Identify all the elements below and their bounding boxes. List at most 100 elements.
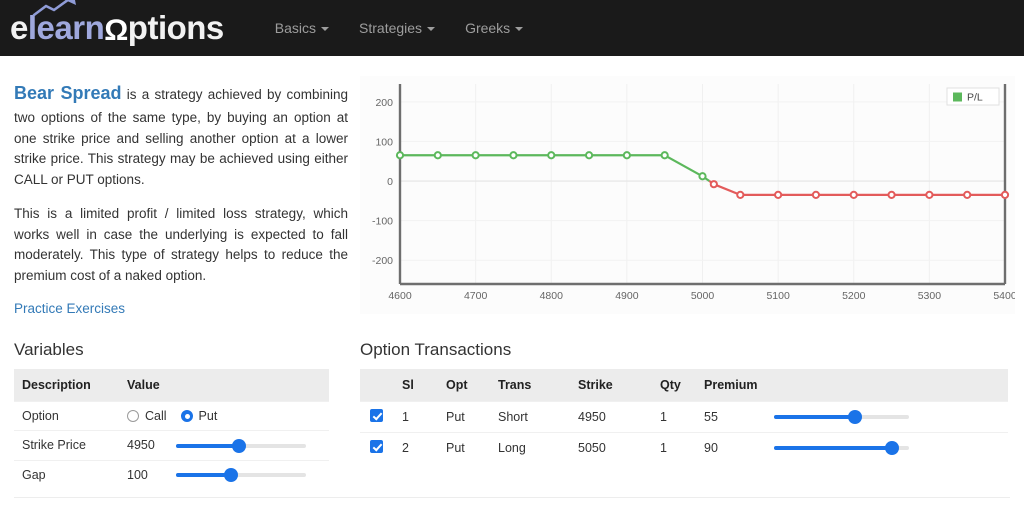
gap-slider[interactable]	[176, 468, 306, 482]
strike-price-value: 4950	[127, 438, 173, 452]
caret-down-icon	[515, 27, 523, 31]
premium-slider-2[interactable]	[774, 441, 909, 455]
transaction-premium-slider-cell-2	[766, 432, 1009, 463]
transaction-trans-2: Long	[490, 432, 570, 463]
variable-label-gap: Gap	[14, 460, 119, 489]
table-row: Strike Price 4950	[14, 430, 329, 460]
transactions-table-head: Sl Opt Trans Strike Qty Premium	[360, 369, 1008, 402]
transactions-col-qty: Qty	[652, 369, 696, 402]
brand-logo[interactable]: elearnΩptions	[10, 11, 238, 45]
practice-exercises-link[interactable]: Practice Exercises	[14, 301, 125, 316]
option-type-radio-group: Call Put	[127, 409, 321, 423]
svg-text:P/L: P/L	[967, 92, 983, 104]
slider-thumb[interactable]	[232, 439, 246, 453]
svg-text:-100: -100	[372, 216, 393, 228]
svg-text:5300: 5300	[918, 290, 942, 302]
slider-thumb[interactable]	[848, 410, 862, 424]
slider-fill	[774, 415, 855, 419]
radio-call-label: Call	[145, 409, 167, 423]
caret-down-icon	[427, 27, 435, 31]
svg-text:5200: 5200	[842, 290, 866, 302]
radio-option-call[interactable]: Call	[127, 409, 167, 423]
transaction-premium-2: 90	[696, 432, 766, 463]
transaction-select-cell-1	[360, 401, 394, 432]
svg-text:4800: 4800	[540, 290, 564, 302]
transaction-select-cell-2	[360, 432, 394, 463]
slider-fill	[774, 446, 893, 450]
radio-call-icon[interactable]	[127, 410, 139, 422]
brand-ptions: ptions	[128, 11, 224, 44]
variables-title: Variables	[14, 340, 348, 360]
transaction-trans-1: Short	[490, 401, 570, 432]
strategy-description: Bear Spread is a strategy achieved by co…	[14, 80, 348, 318]
chart-column: 2001000-100-2004600470048004900500051005…	[358, 56, 1015, 318]
brand-e: e	[10, 11, 28, 44]
variables-table: Description Value Option Call	[14, 369, 329, 489]
variable-label-strike-price: Strike Price	[14, 430, 119, 460]
variables-col-description: Description	[14, 369, 119, 402]
transactions-col-sl: Sl	[394, 369, 438, 402]
slider-thumb[interactable]	[224, 468, 238, 482]
transaction-premium-1: 55	[696, 401, 766, 432]
strike-price-slider[interactable]	[176, 439, 306, 453]
nav-item-basics-label: Basics	[275, 20, 316, 36]
payoff-chart[interactable]: 2001000-100-2004600470048004900500051005…	[360, 76, 1015, 314]
slider-thumb[interactable]	[885, 441, 899, 455]
transactions-col-premium: Premium	[696, 369, 766, 402]
transaction-opt-1: Put	[438, 401, 490, 432]
nav-item-strategies[interactable]: Strategies	[344, 0, 450, 56]
transactions-col-trans: Trans	[490, 369, 570, 402]
transaction-sl-1: 1	[394, 401, 438, 432]
radio-put-icon[interactable]	[181, 410, 193, 422]
nav-item-greeks-label: Greeks	[465, 20, 510, 36]
premium-slider-1[interactable]	[774, 410, 909, 424]
radio-option-put[interactable]: Put	[181, 409, 218, 423]
page-container: Bear Spread is a strategy achieved by co…	[0, 56, 1024, 489]
radio-put-label: Put	[199, 409, 218, 423]
transactions-table-body: 1 Put Short 4950 1 55	[360, 401, 1008, 463]
description-paragraph-2: This is a limited profit / limited loss …	[14, 204, 348, 287]
transactions-title: Option Transactions	[360, 340, 1010, 360]
transactions-header-row: Sl Opt Trans Strike Qty Premium	[360, 369, 1008, 402]
description-paragraph-1: Bear Spread is a strategy achieved by co…	[14, 80, 348, 191]
transactions-col-select	[360, 369, 394, 402]
transaction-checkbox-1[interactable]	[370, 409, 383, 422]
svg-text:5000: 5000	[691, 290, 715, 302]
nav-item-basics[interactable]: Basics	[260, 0, 344, 56]
caret-down-icon	[321, 27, 329, 31]
svg-text:4600: 4600	[388, 290, 412, 302]
table-row: 2 Put Long 5050 1 90	[360, 432, 1008, 463]
description-column: Bear Spread is a strategy achieved by co…	[14, 56, 358, 318]
transaction-sl-2: 2	[394, 432, 438, 463]
nav-item-strategies-label: Strategies	[359, 20, 422, 36]
trend-up-arrow-icon	[32, 0, 80, 17]
slider-fill	[176, 444, 238, 448]
transactions-col-opt: Opt	[438, 369, 490, 402]
transaction-strike-1: 4950	[570, 401, 652, 432]
svg-text:4900: 4900	[615, 290, 639, 302]
omega-icon: Ω	[104, 16, 128, 46]
gap-value: 100	[127, 468, 173, 482]
transactions-col-premium-slider	[766, 369, 1009, 402]
variables-table-head: Description Value	[14, 369, 329, 402]
footer-divider	[14, 497, 1010, 498]
transaction-qty-1: 1	[652, 401, 696, 432]
variable-value-strike-price: 4950	[119, 430, 329, 460]
svg-text:100: 100	[375, 136, 393, 148]
nav-item-greeks[interactable]: Greeks	[450, 0, 538, 56]
transactions-column: Option Transactions Sl Opt Trans Strike …	[358, 318, 1010, 489]
slider-fill	[176, 473, 231, 477]
svg-text:4700: 4700	[464, 290, 488, 302]
variables-table-body: Option Call Put	[14, 401, 329, 489]
table-row: Option Call Put	[14, 401, 329, 430]
svg-text:0: 0	[387, 176, 393, 188]
table-row: 1 Put Short 4950 1 55	[360, 401, 1008, 432]
top-row: Bear Spread is a strategy achieved by co…	[14, 56, 1010, 318]
transaction-premium-slider-cell-1	[766, 401, 1009, 432]
variables-column: Variables Description Value Option	[14, 318, 358, 489]
top-navbar: elearnΩptions Basics Strategies Greeks	[0, 0, 1024, 56]
transaction-strike-2: 5050	[570, 432, 652, 463]
transaction-checkbox-2[interactable]	[370, 440, 383, 453]
variables-header-row: Description Value	[14, 369, 329, 402]
table-row: Gap 100	[14, 460, 329, 489]
